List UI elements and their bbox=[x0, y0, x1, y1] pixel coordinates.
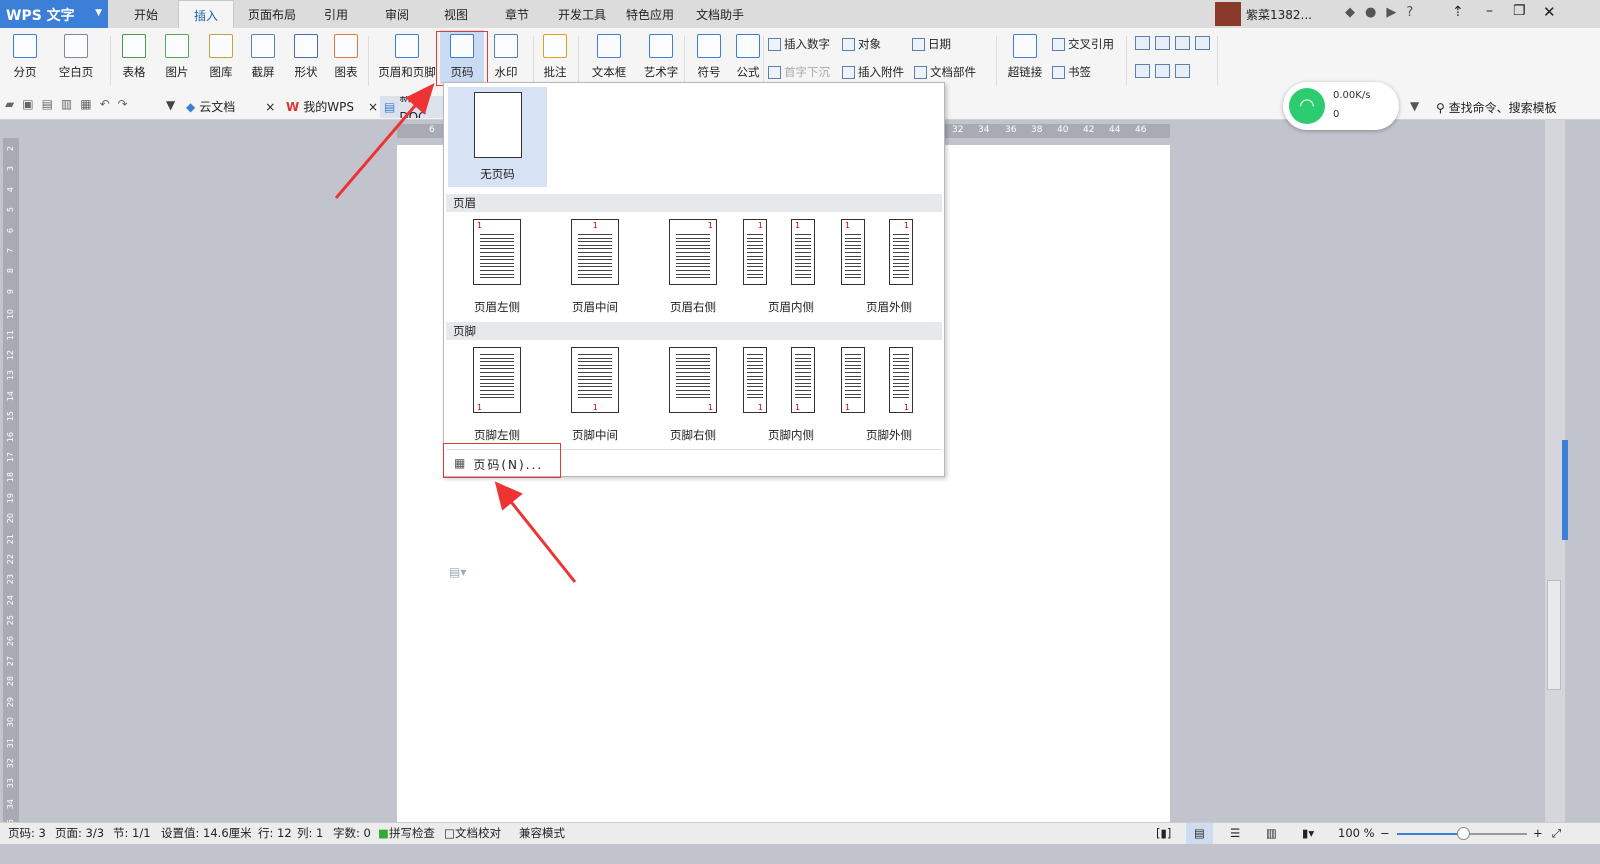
fit-icon[interactable]: ⤢ bbox=[1552, 823, 1561, 844]
annotation-arrows bbox=[334, 83, 577, 583]
status-col[interactable]: 列: 1 bbox=[297, 823, 323, 844]
zoom-level: 100 % bbox=[1338, 826, 1375, 840]
status-section[interactable]: 节: 1/1 bbox=[113, 823, 151, 844]
outline-view-icon[interactable]: ☰ bbox=[1230, 823, 1240, 844]
status-setting[interactable]: 设置值: 14.6厘米 bbox=[161, 823, 252, 844]
arrow-to-page-number-button bbox=[334, 99, 422, 199]
page-view-icon[interactable]: ▤ bbox=[1186, 823, 1213, 844]
spell-check-icon: ■ bbox=[378, 826, 389, 840]
status-bar: 页码: 3 页面: 3/3 节: 1/1 设置值: 14.6厘米 行: 12 列… bbox=[0, 822, 1600, 844]
spell-check[interactable]: 拼写检查 bbox=[389, 823, 435, 844]
zoom-slider[interactable] bbox=[1397, 827, 1527, 840]
doc-proof[interactable]: 文档校对 bbox=[455, 823, 501, 844]
status-pages[interactable]: 页面: 3/3 bbox=[55, 823, 104, 844]
web-view-icon[interactable]: ▥ bbox=[1266, 823, 1277, 844]
status-page-code[interactable]: 页码: 3 bbox=[8, 823, 46, 844]
zoom-out-button[interactable]: − bbox=[1380, 823, 1390, 844]
eye-protect-icon[interactable]: ▮▾ bbox=[1302, 823, 1314, 844]
status-row[interactable]: 行: 12 bbox=[258, 823, 292, 844]
compat-mode: 兼容模式 bbox=[519, 826, 565, 840]
zoom-slider-thumb[interactable] bbox=[1457, 827, 1470, 840]
status-words[interactable]: 字数: 0 bbox=[333, 823, 371, 844]
arrow-to-page-number-dialog bbox=[506, 497, 577, 583]
proof-icon: □ bbox=[444, 826, 455, 840]
fullscreen-icon[interactable]: [▮] bbox=[1156, 823, 1171, 844]
arrow-head bbox=[494, 481, 523, 511]
zoom-in-button[interactable]: + bbox=[1533, 823, 1543, 844]
